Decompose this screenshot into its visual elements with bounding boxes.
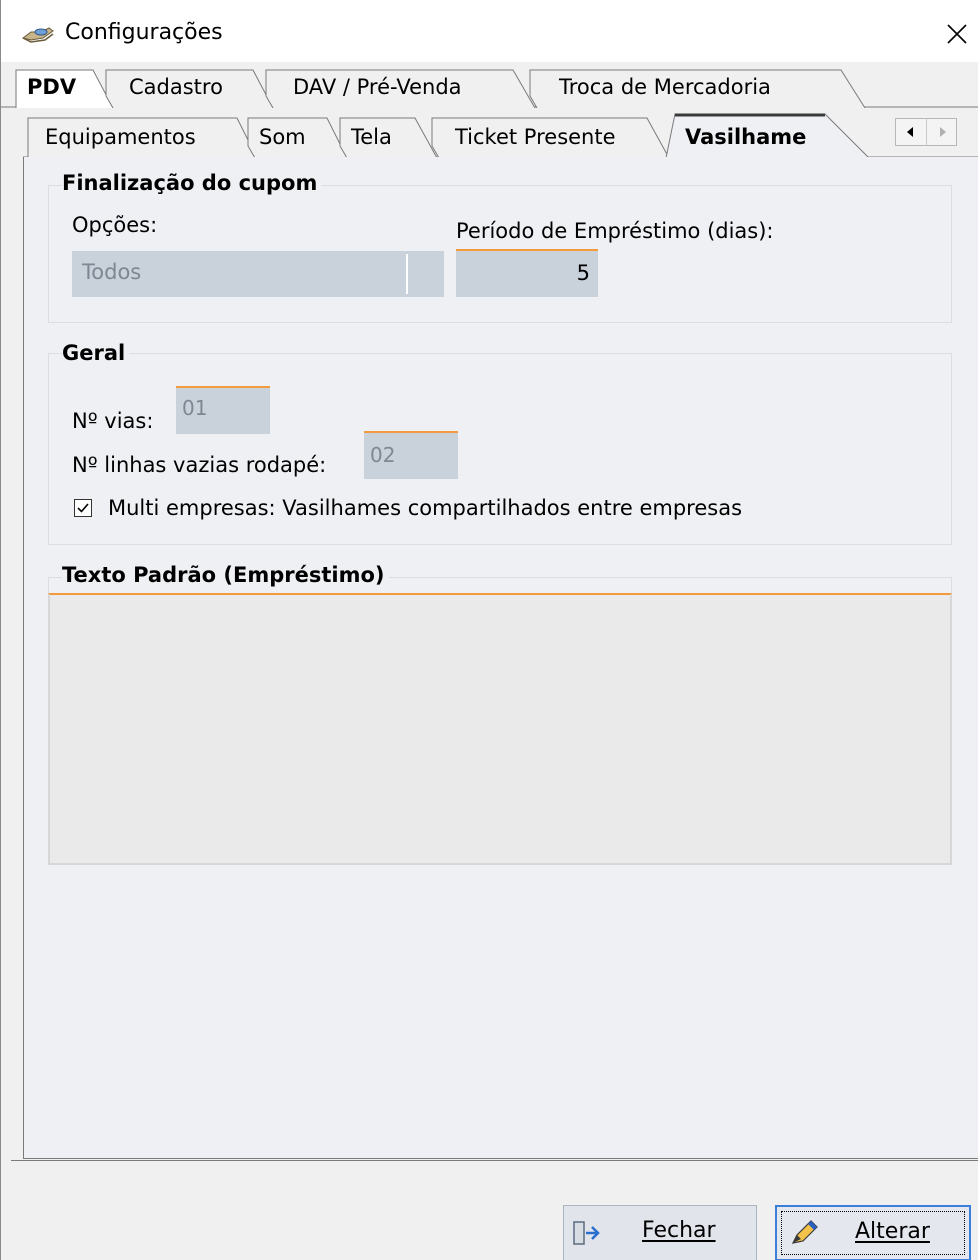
scroll-tabs-right-button[interactable] (926, 119, 956, 145)
close-button[interactable] (931, 12, 978, 56)
fechar-button[interactable]: Fechar (563, 1205, 757, 1260)
tab-tela[interactable]: Tela (339, 116, 439, 158)
tab-som-label: Som (259, 125, 306, 149)
opcoes-select[interactable]: Todos (72, 251, 444, 297)
texto-padrao-textarea[interactable] (48, 593, 952, 865)
texto-padrao-title: Texto Padrão (Empréstimo) (62, 563, 389, 587)
opcoes-select-divider (406, 254, 408, 294)
linhas-label: Nº linhas vazias rodapé: (72, 453, 327, 477)
tab-vasilhame-label: Vasilhame (685, 125, 807, 149)
alterar-button[interactable]: Alterar (775, 1205, 971, 1260)
tab-vasilhame[interactable]: Vasilhame (665, 112, 871, 158)
geral-title: Geral (62, 341, 130, 365)
tab-equipamentos[interactable]: Equipamentos (27, 116, 259, 158)
tab-ticket-presente-label: Ticket Presente (455, 125, 616, 149)
vasilhame-panel: Finalização do cupom Opções: Todos Perío… (23, 157, 978, 1159)
tab-som[interactable]: Som (247, 116, 349, 158)
arrow-left-icon (907, 127, 913, 137)
tab-scroll-control (895, 118, 957, 146)
vias-label: Nº vias: (72, 409, 154, 433)
dialog-footer: Fechar Alterar (11, 1160, 978, 1260)
linhas-input-value: 02 (370, 443, 396, 467)
opcoes-label: Opções: (72, 213, 158, 237)
vias-input[interactable]: 01 (176, 386, 270, 434)
exit-door-icon (573, 1221, 600, 1245)
tab-cadastro[interactable]: Cadastro (105, 68, 275, 108)
multi-empresas-checkbox[interactable] (74, 499, 92, 517)
alterar-button-label: Alterar (855, 1219, 930, 1244)
arrow-right-icon (940, 127, 946, 137)
vias-input-value: 01 (182, 396, 208, 420)
tab-pdv[interactable]: PDV (15, 68, 115, 108)
tab-pdv-label: PDV (27, 75, 77, 99)
periodo-input-value: 5 (576, 261, 590, 285)
opcoes-select-value: Todos (82, 260, 142, 284)
multi-empresas-label: Multi empresas: Vasilhames compartilhado… (108, 496, 743, 520)
tab-dav[interactable]: DAV / Pré-Venda (265, 68, 537, 108)
periodo-input[interactable]: 5 (456, 249, 598, 297)
scroll-tabs-left-button[interactable] (896, 119, 926, 145)
sub-tab-bar: Equipamentos Som Tela Ticket Presente Va… (1, 108, 978, 158)
hand-coin-icon (21, 24, 55, 46)
tab-equipamentos-label: Equipamentos (45, 125, 196, 149)
tab-dav-label: DAV / Pré-Venda (293, 75, 462, 99)
close-icon (947, 24, 967, 44)
tab-troca-label: Troca de Mercadoria (559, 75, 771, 99)
tab-ticket-presente[interactable]: Ticket Presente (431, 116, 671, 158)
periodo-label: Período de Empréstimo (dias): (456, 219, 774, 243)
settings-window: Configurações PDV Cadastro DAV / Pré-Ven… (0, 0, 978, 1260)
window-title: Configurações (65, 20, 223, 45)
tab-cadastro-label: Cadastro (129, 75, 223, 99)
fechar-button-label: Fechar (642, 1218, 716, 1243)
tab-tela-label: Tela (351, 125, 392, 149)
tab-troca[interactable]: Troca de Mercadoria (529, 68, 867, 108)
title-bar: Configurações (1, 0, 978, 62)
finalizacao-title: Finalização do cupom (62, 171, 322, 195)
linhas-input[interactable]: 02 (364, 431, 458, 479)
main-tab-bar: PDV Cadastro DAV / Pré-Venda Troca de Me… (1, 62, 978, 108)
check-icon (77, 503, 89, 513)
pencil-icon (791, 1220, 818, 1244)
